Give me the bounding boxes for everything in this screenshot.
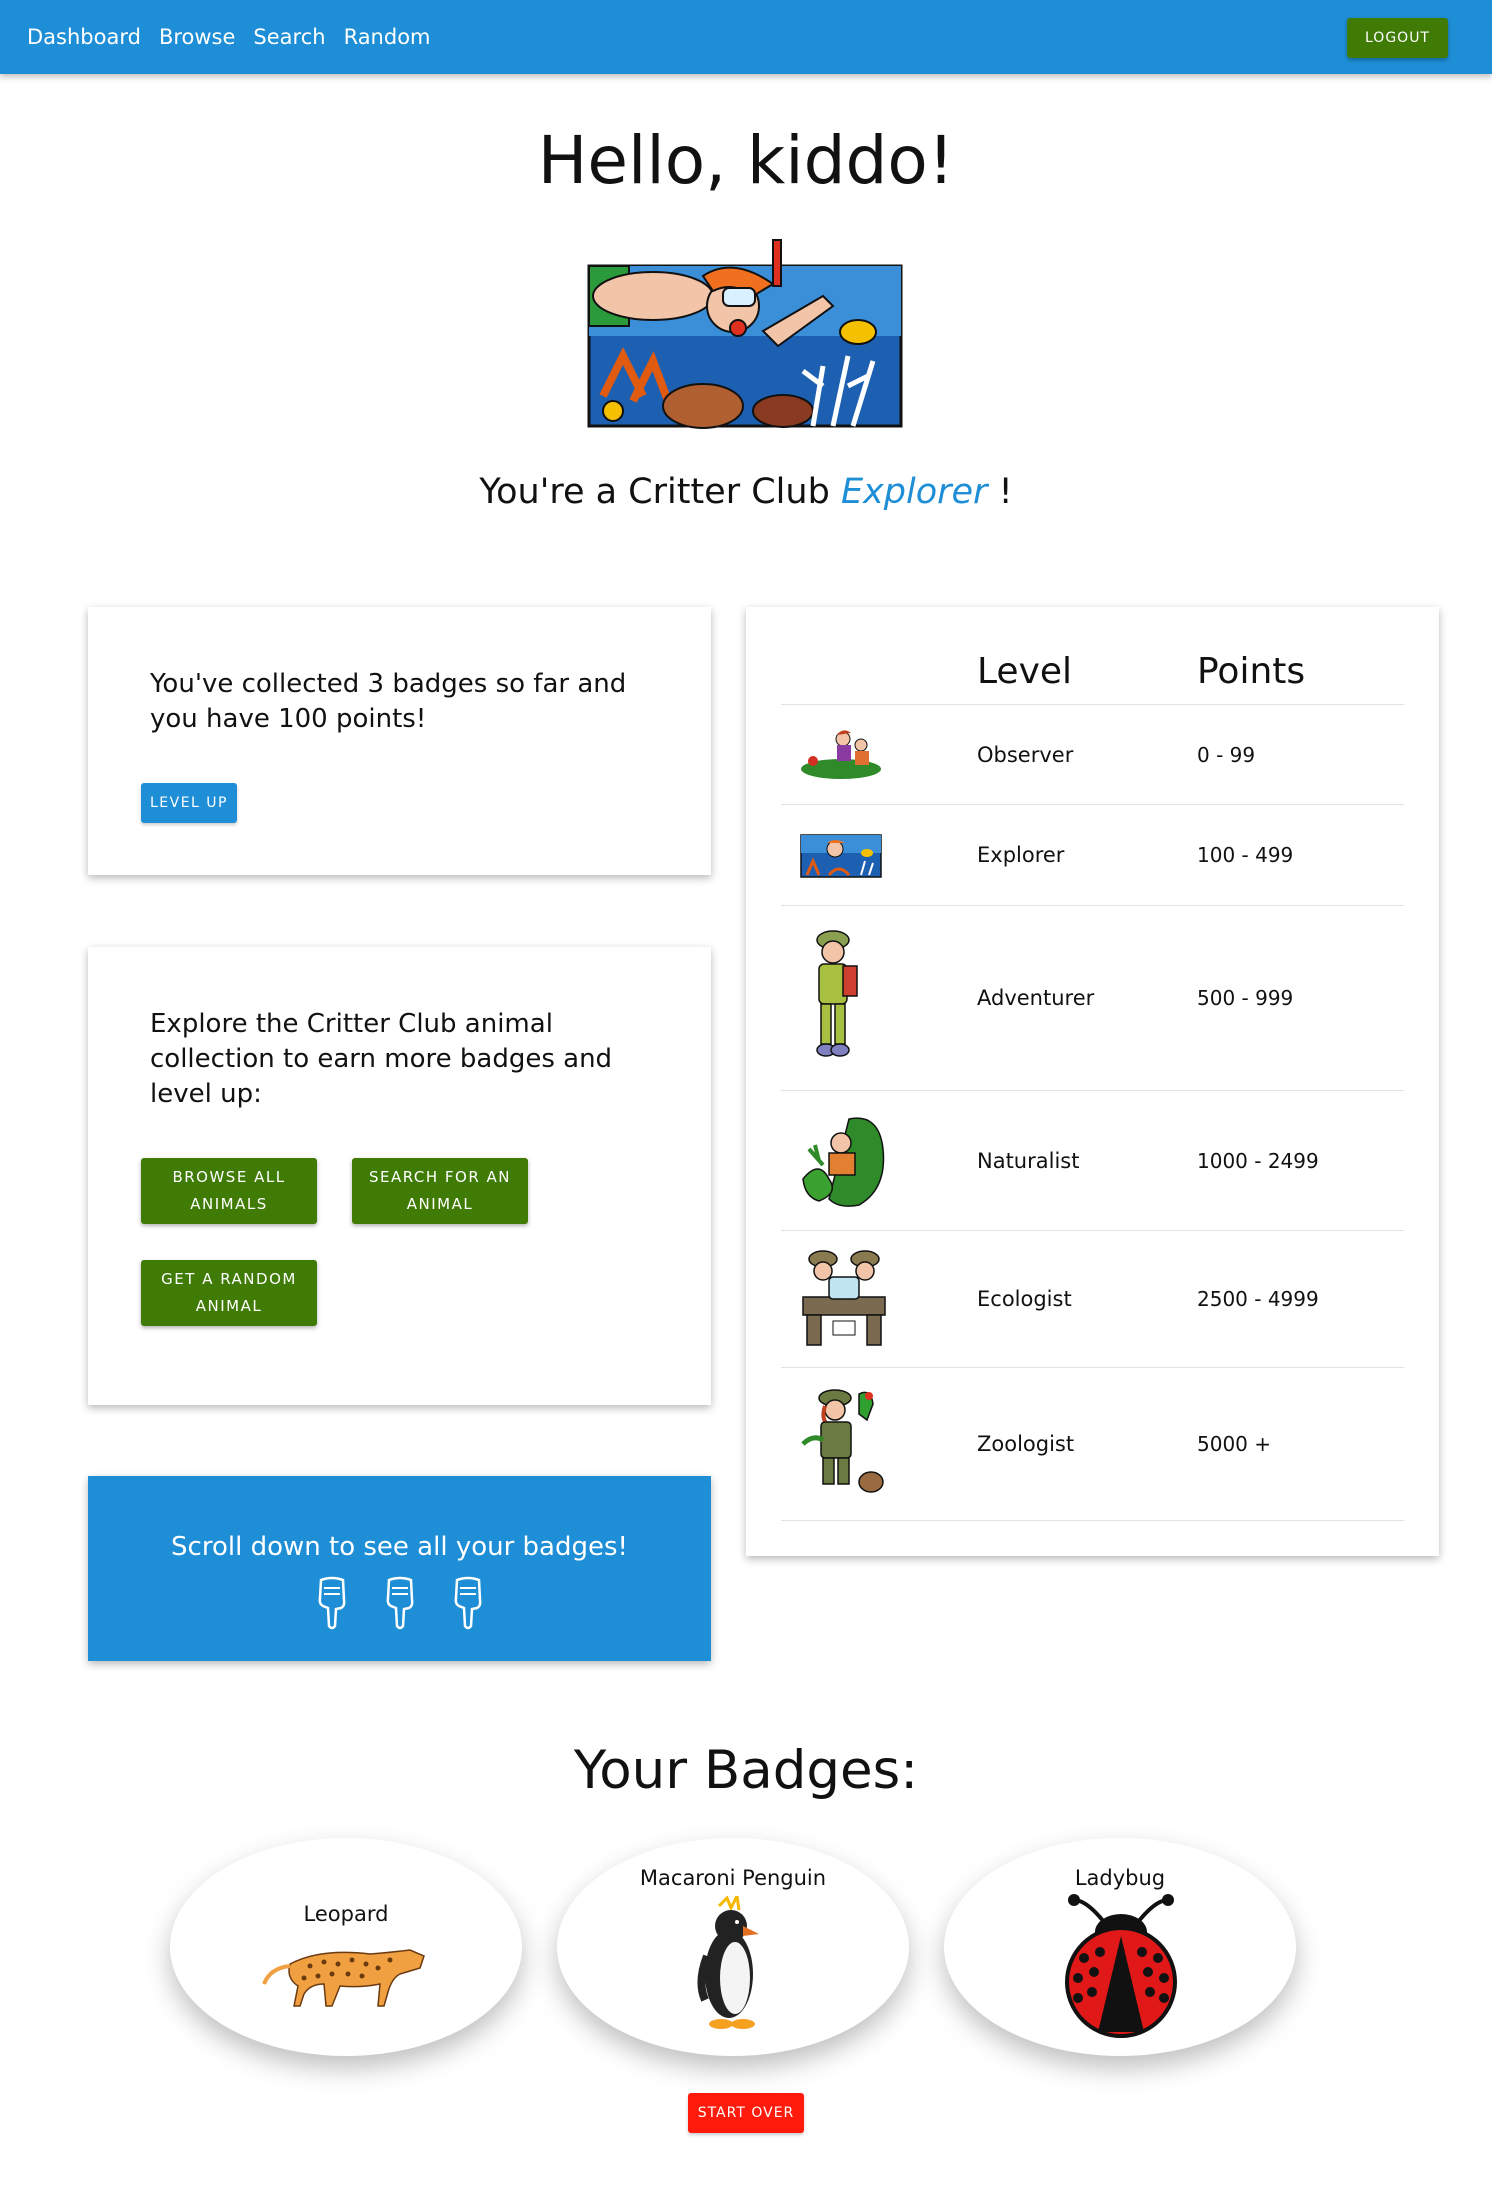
level-points: 5000 + [1197, 1432, 1272, 1456]
nav-links: Dashboard Browse Search Random [27, 0, 431, 74]
rank-prefix: You're a Critter Club [479, 472, 830, 512]
pointing-down-hand-icon [386, 1576, 413, 1630]
level-points: 0 - 99 [1197, 743, 1256, 767]
badge-ladybug: Ladybug [944, 1838, 1296, 2056]
level-column-header: Level [977, 651, 1073, 692]
badge-name: Ladybug [1074, 1866, 1166, 1890]
level-row-ecologist: Ecologist 2500 - 4999 [781, 1230, 1404, 1367]
level-row-naturalist: Naturalist 1000 - 2499 [781, 1090, 1404, 1230]
naturalist-icon [802, 1117, 885, 1207]
explore-card: Explore the Critter Club animal collecti… [88, 947, 711, 1405]
nav-link-dashboard[interactable]: Dashboard [27, 25, 141, 49]
level-row-explorer: Explorer 100 - 499 [781, 804, 1404, 905]
level-points: 100 - 499 [1197, 843, 1294, 867]
table-bottom-divider [781, 1520, 1404, 1521]
level-name: Observer [977, 743, 1074, 767]
snorkeler-icon [800, 834, 882, 878]
level-row-observer: Observer 0 - 99 [781, 704, 1404, 804]
pointing-down-hand-icon [454, 1576, 481, 1630]
hiker-icon [816, 930, 858, 1057]
ecologist-lab-icon [802, 1250, 886, 1346]
browse-all-animals-button[interactable]: BROWSE ALL ANIMALS [141, 1158, 317, 1224]
start-over-button[interactable]: START OVER [688, 2093, 804, 2133]
level-row-zoologist: Zoologist 5000 + [781, 1367, 1404, 1520]
logout-button[interactable]: LOGOUT [1347, 18, 1448, 58]
snorkeler-illustration [587, 239, 903, 429]
pointing-down-hand-icon [318, 1576, 345, 1630]
level-name: Explorer [977, 843, 1065, 867]
current-rank: Explorer [840, 472, 988, 512]
levels-table-card: Level Points Observer 0 - 99 Explorer 10… [746, 607, 1439, 1556]
level-up-button[interactable]: LEVEL UP [141, 783, 237, 823]
top-navbar: Dashboard Browse Search Random LOGOUT [0, 0, 1492, 74]
rank-suffix: ! [998, 472, 1013, 512]
level-name: Naturalist [977, 1149, 1080, 1173]
observer-kids-icon [801, 730, 881, 779]
status-text: You've collected 3 badges so far and you… [150, 669, 627, 734]
search-animal-button[interactable]: SEARCH FOR AN ANIMAL [352, 1158, 528, 1224]
level-name: Ecologist [977, 1287, 1072, 1311]
level-points: 500 - 999 [1197, 986, 1294, 1010]
level-points: 1000 - 2499 [1197, 1149, 1319, 1173]
penguin-icon [697, 1896, 759, 2029]
page-title: Hello, kiddo! [537, 122, 955, 199]
scroll-hint-text: Scroll down to see all your badges! [171, 1532, 628, 1562]
level-points: 2500 - 4999 [1197, 1287, 1319, 1311]
hand-icons [88, 1576, 711, 1630]
points-column-header: Points [1197, 651, 1306, 692]
level-row-adventurer: Adventurer 500 - 999 [781, 905, 1404, 1090]
leopard-icon [262, 1949, 425, 2007]
nav-link-random[interactable]: Random [344, 25, 431, 49]
zoologist-icon [801, 1389, 884, 1493]
scroll-hint-card: Scroll down to see all your badges! [88, 1476, 711, 1661]
status-card: You've collected 3 badges so far and you… [88, 607, 711, 875]
badge-name: Leopard [303, 1902, 389, 1926]
rank-line: You're a Critter Club Explorer ! [0, 472, 1492, 512]
nav-link-browse[interactable]: Browse [159, 25, 235, 49]
badge-leopard: Leopard [170, 1838, 522, 2056]
badges-title: Your Badges: [573, 1740, 919, 1801]
badge-name: Macaroni Penguin [639, 1866, 827, 1890]
badge-macaroni-penguin: Macaroni Penguin [557, 1838, 909, 2056]
random-animal-button[interactable]: GET A RANDOM ANIMAL [141, 1260, 317, 1326]
level-name: Adventurer [977, 986, 1095, 1010]
nav-link-search[interactable]: Search [253, 25, 325, 49]
explore-text: Explore the Critter Club animal collecti… [150, 1009, 613, 1109]
level-name: Zoologist [977, 1432, 1075, 1456]
ladybug-icon [1065, 1894, 1177, 2038]
